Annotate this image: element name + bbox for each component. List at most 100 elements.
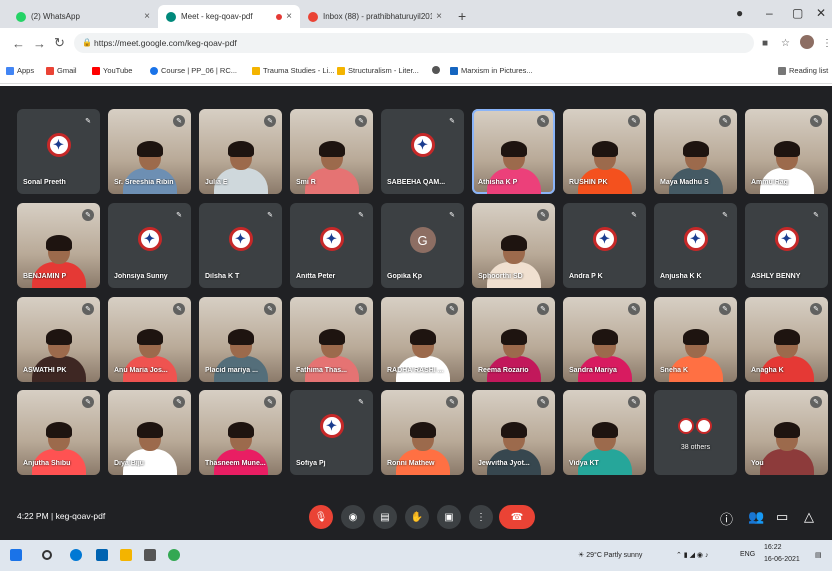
mic-off-icon: 🎙	[314, 511, 328, 523]
participant-tile[interactable]: ✎ Vidya KT	[563, 390, 646, 475]
participant-tile[interactable]: ✎ Ammu Rag	[745, 109, 828, 194]
participant-tile[interactable]: ✦ ✎ Andra P K	[563, 203, 646, 288]
tab-meet[interactable]: Meet - keg-qoav-pdf ×	[158, 5, 300, 28]
chrome-icon[interactable]	[168, 549, 180, 561]
participant-tile[interactable]: ✦ ✎ Dilsha K T	[199, 203, 282, 288]
participant-tile[interactable]: ✎ Sphoorthi SD	[472, 203, 555, 288]
participant-tile[interactable]: ✎ Sneha K	[654, 297, 737, 382]
participant-tile[interactable]: ✎ Julia E	[199, 109, 282, 194]
forward-icon[interactable]: →	[33, 36, 46, 51]
meeting-time: 4:22 PM	[17, 511, 49, 521]
participant-tile[interactable]: ✎ Diya Biju	[108, 390, 191, 475]
reading-list[interactable]: Reading list	[778, 66, 828, 75]
store-icon[interactable]	[144, 549, 156, 561]
mic-off-icon: ✎	[446, 115, 458, 127]
chat-icon[interactable]: ▭	[776, 509, 788, 525]
bookmark-star-icon[interactable]: ☆	[781, 38, 790, 49]
participant-tile[interactable]: ✎ Ronni Mathew	[381, 390, 464, 475]
bookmark-marxism[interactable]: Marxism in Pictures...	[450, 66, 533, 75]
bookmark-apps[interactable]: Apps	[6, 66, 34, 75]
minimize-button[interactable]: –	[766, 6, 773, 20]
info-icon[interactable]: ⓘ	[720, 509, 733, 528]
participant-tile[interactable]: ✎ Jewvitha Jyot...	[472, 390, 555, 475]
participant-tile[interactable]: ✎ RUSHIN PK	[563, 109, 646, 194]
tab-whatsapp[interactable]: (2) WhatsApp ×	[8, 5, 158, 28]
camera-indicator-icon[interactable]: ■	[762, 38, 768, 49]
participant-tile[interactable]: ✎ Reema Rozario	[472, 297, 555, 382]
close-icon[interactable]: ×	[144, 11, 150, 22]
participant-tile[interactable]: ✦ ✎ Anitta Peter	[290, 203, 373, 288]
back-icon[interactable]: ←	[12, 36, 25, 51]
maximize-button[interactable]: ▢	[792, 6, 803, 20]
college-emblem-icon: ✦	[774, 227, 799, 251]
address-bar[interactable]: 🔒 https://meet.google.com/keg-qoav-pdf	[74, 33, 754, 53]
participant-name: 38 others	[680, 444, 711, 451]
participant-tile[interactable]: ✎ RADHA RASHI ...	[381, 297, 464, 382]
participant-name: BENJAMIN P	[23, 273, 67, 280]
participant-video	[486, 235, 541, 288]
participant-video	[486, 422, 541, 475]
participant-tile[interactable]: ✎ Fathima Thas...	[290, 297, 373, 382]
close-window-button[interactable]: ✕	[816, 6, 826, 20]
tab-gmail[interactable]: Inbox (88) - prathibhaturuyil2012 ×	[300, 5, 450, 28]
participant-tile[interactable]: G ✎ Gopika Kp	[381, 203, 464, 288]
participant-tile[interactable]: ✎ Sandra Mariya	[563, 297, 646, 382]
close-icon[interactable]: ×	[286, 11, 292, 22]
participant-tile[interactable]: ✎ Anagha K	[745, 297, 828, 382]
others-tile[interactable]: 38 others	[654, 390, 737, 475]
profile-avatar[interactable]	[800, 35, 814, 49]
participant-tile[interactable]: ✦ ✎ Anjusha K K	[654, 203, 737, 288]
people-icon[interactable]: 👥	[748, 509, 764, 525]
participant-tile[interactable]: ✎ Anu Maria Jos...	[108, 297, 191, 382]
participant-tile[interactable]: ✎ Smi R	[290, 109, 373, 194]
mic-off-icon: ✎	[810, 209, 822, 221]
activities-icon[interactable]: △	[804, 509, 814, 525]
language-indicator[interactable]: ENG	[740, 551, 755, 558]
tab-search-icon[interactable]: ●	[736, 6, 743, 20]
microphone-toggle[interactable]: 🎙	[309, 505, 333, 529]
reload-icon[interactable]: ↻	[54, 35, 65, 51]
windows-start-icon[interactable]	[10, 549, 22, 561]
more-options-button[interactable]: ⋮	[469, 505, 493, 529]
close-icon[interactable]: ×	[436, 11, 442, 22]
participant-tile[interactable]: ✦ ✎ SABEEHA QAM...	[381, 109, 464, 194]
bookmark-course[interactable]: Course | PP_06 | RC...	[150, 66, 237, 75]
participant-tile[interactable]: ✎ Sr. Sreeshia Ribin	[108, 109, 191, 194]
hang-up-icon: ☎	[510, 511, 524, 523]
bookmark-gmail[interactable]: Gmail	[46, 66, 77, 75]
participant-tile[interactable]: ✎ Thasneem Mune...	[199, 390, 282, 475]
notifications-icon[interactable]: ▤	[815, 551, 822, 559]
weather-widget[interactable]: ☀ 29°C Partly sunny	[578, 551, 642, 559]
participant-tile[interactable]: ✎ Maya Madhu S	[654, 109, 737, 194]
participant-name: Sofiya Pj	[296, 460, 326, 467]
participant-tile[interactable]: ✎ Anjutha Shibu	[17, 390, 100, 475]
participant-tile[interactable]: ✎ Placid mariya ...	[199, 297, 282, 382]
taskbar-time[interactable]: 16:22	[764, 544, 782, 551]
captions-toggle[interactable]: ▤	[373, 505, 397, 529]
bookmark-trauma-studies[interactable]: Trauma Studies - Li...	[252, 66, 334, 75]
raise-hand-button[interactable]: ✋	[405, 505, 429, 529]
system-tray-icons[interactable]: ⌃ ▮ ◢ ◉ ♪	[676, 551, 709, 559]
edge-icon[interactable]	[70, 549, 82, 561]
participant-tile[interactable]: ✦ ✎ Sonal Preeth	[17, 109, 100, 194]
bookmark-github[interactable]	[432, 66, 443, 74]
bookmark-structuralism[interactable]: Structuralism - Liter...	[337, 66, 419, 75]
menu-icon[interactable]: ⋮	[822, 38, 832, 49]
mail-icon[interactable]	[96, 549, 108, 561]
participant-tile[interactable]: ✎ Athisha K P	[472, 109, 555, 194]
file-explorer-icon[interactable]	[120, 549, 132, 561]
participant-tile[interactable]: ✎ You	[745, 390, 828, 475]
search-icon[interactable]	[42, 550, 52, 560]
bookmark-youtube[interactable]: YouTube	[92, 66, 132, 75]
taskbar-date[interactable]: 16-06-2021	[764, 556, 800, 563]
participant-tile[interactable]: ✎ ASWATHI PK	[17, 297, 100, 382]
leave-call-button[interactable]: ☎	[499, 505, 535, 529]
mic-off-icon: ✎	[719, 303, 731, 315]
participant-tile[interactable]: ✦ ✎ ASHLY BENNY	[745, 203, 828, 288]
new-tab-button[interactable]: +	[458, 8, 466, 24]
camera-toggle[interactable]: ◉	[341, 505, 365, 529]
present-button[interactable]: ▣	[437, 505, 461, 529]
participant-tile[interactable]: ✦ ✎ Johnsiya Sunny	[108, 203, 191, 288]
participant-tile[interactable]: ✎ BENJAMIN P	[17, 203, 100, 288]
participant-tile[interactable]: ✦ ✎ Sofiya Pj	[290, 390, 373, 475]
